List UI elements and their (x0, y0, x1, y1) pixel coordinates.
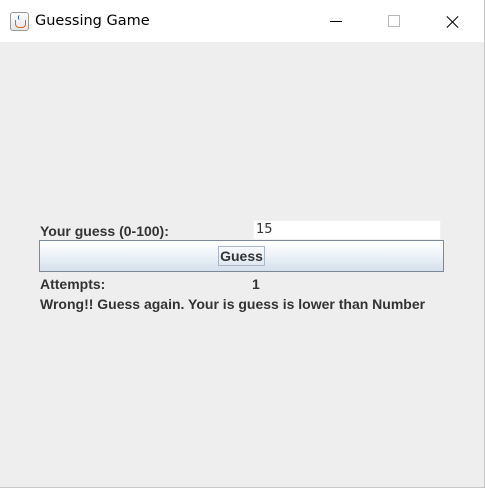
status-message: Wrong!! Guess again. Your is guess is lo… (40, 296, 426, 312)
attempts-label: Attempts: (40, 276, 106, 292)
java-coffee-cup-icon (10, 12, 29, 31)
title-bar[interactable]: Guessing Game (0, 0, 484, 42)
minimize-button[interactable] (312, 0, 358, 42)
guess-input[interactable] (253, 220, 441, 240)
app-window: Guessing Game Your guess (0-100): Guess … (0, 0, 485, 488)
window-title: Guessing Game (35, 13, 150, 29)
guess-label: Your guess (0-100): (40, 223, 169, 239)
guess-button[interactable]: Guess (39, 240, 444, 272)
attempts-count: 1 (252, 276, 260, 292)
close-button[interactable] (429, 0, 475, 42)
guess-button-label: Guess (218, 246, 265, 266)
maximize-button[interactable] (370, 0, 416, 42)
